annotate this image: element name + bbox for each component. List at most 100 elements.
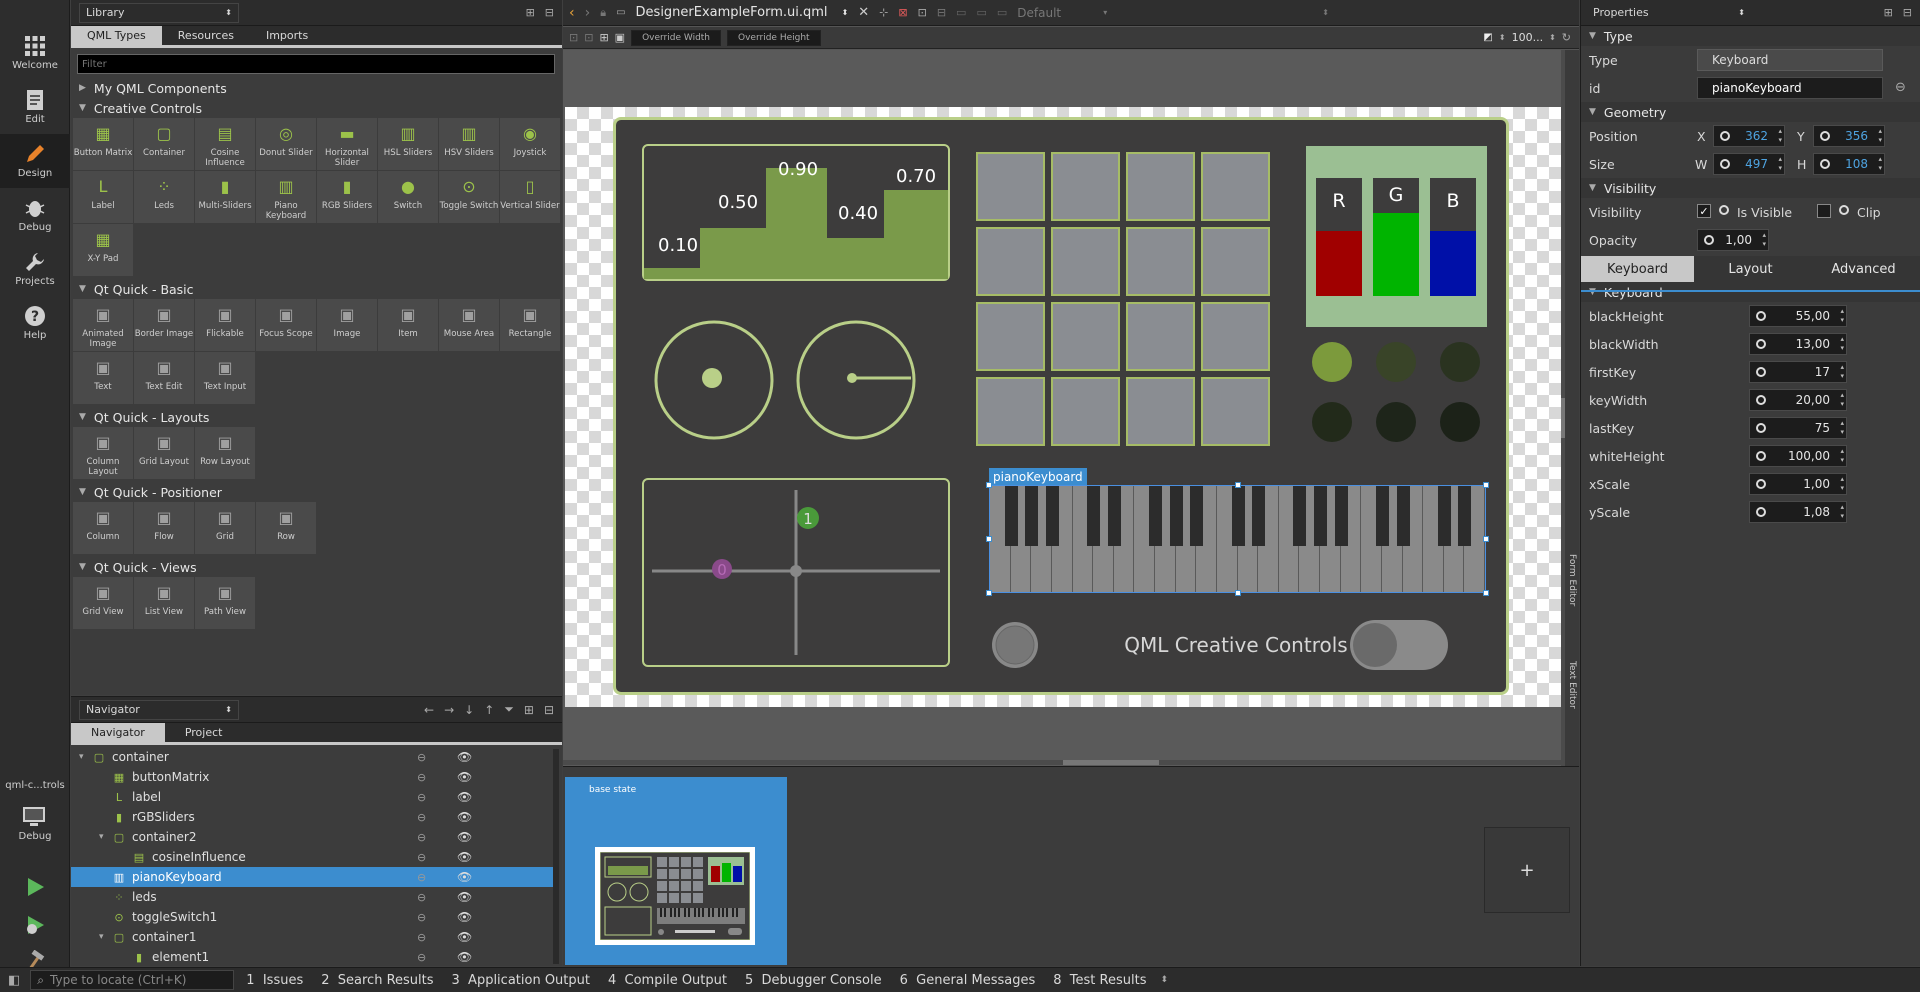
tree-row-cosineinfluence[interactable]: ▤ cosineInfluence ⊖ 👁︎ [71, 847, 553, 867]
add-state-button[interactable]: + [1484, 827, 1570, 913]
tab-qml-types[interactable]: QML Types [71, 26, 162, 45]
tab-layout[interactable]: Layout [1694, 256, 1807, 282]
output-pane-1-issues[interactable]: 1 Issues [246, 973, 303, 988]
arrow-left-icon[interactable]: ← [424, 703, 434, 717]
type-field[interactable]: Keyboard [1697, 49, 1883, 71]
prop-spinbox[interactable]: 17 ▴ ▾ [1749, 361, 1847, 383]
lock-toggle-icon[interactable]: ⊖ [417, 891, 426, 904]
override-width-field[interactable]: Override Width [631, 29, 722, 46]
navigator-scrollbar[interactable] [553, 749, 559, 964]
tree-row-toggleswitch1[interactable]: ⊙ toggleSwitch1 ⊖ 👁︎ [71, 907, 553, 927]
reset-view-icon[interactable]: ⊠ [898, 6, 907, 19]
clip-checkbox[interactable] [1817, 204, 1831, 218]
matrix-pad[interactable] [1201, 302, 1270, 371]
library-item-x-y-pad[interactable]: ▦ X-Y Pad [73, 224, 133, 276]
library-item-piano-keyboard[interactable]: ▥ Piano Keyboard [256, 171, 316, 223]
zoom-level[interactable]: 100... [1512, 31, 1544, 44]
black-key[interactable] [1458, 486, 1472, 546]
tab-navigator[interactable]: Navigator [71, 723, 165, 742]
library-item-joystick[interactable]: ◉ Joystick [500, 118, 560, 170]
library-item-text[interactable]: ▣ Text [73, 352, 133, 404]
xy-pad-widget[interactable]: 1 0 [642, 478, 950, 667]
visibility-eye-icon[interactable]: 👁︎ [457, 870, 472, 884]
section-type[interactable]: ▼ Type [1581, 26, 1920, 46]
spin-arrows-icon[interactable]: ▴ ▾ [1840, 475, 1844, 493]
lock-toggle-icon[interactable]: ⊖ [417, 931, 426, 944]
black-key[interactable] [1149, 486, 1162, 546]
section-qt-quick-layouts[interactable]: ▼ Qt Quick - Layouts [71, 407, 562, 427]
lock-toggle-icon[interactable]: ⊖ [417, 831, 426, 844]
tree-row-container1[interactable]: ▾ ▢ container1 ⊖ 👁︎ [71, 927, 553, 947]
anchor-icon[interactable]: ⊡ [918, 6, 927, 19]
close-pane-icon[interactable]: ⊟ [1903, 6, 1912, 19]
library-item-switch[interactable]: ● Switch [378, 171, 438, 223]
mode-design[interactable]: Design [0, 134, 70, 188]
spin-arrows-icon[interactable]: ▴ ▾ [1840, 503, 1844, 521]
locator-field[interactable]: ⌕ Type to locate (Ctrl+K) [30, 970, 235, 990]
library-item-hsv-sliders[interactable]: ▥ HSV Sliders [439, 118, 499, 170]
resize-handle[interactable] [986, 482, 992, 488]
multi-sliders-widget[interactable]: 0.10 0.50 0.90 0.40 0.70 [642, 144, 950, 281]
library-item-animated-image[interactable]: ▣ Animated Image [73, 299, 133, 351]
matrix-pad[interactable] [976, 227, 1045, 296]
visibility-eye-icon[interactable]: 👁︎ [457, 790, 472, 804]
library-item-mouse-area[interactable]: ▣ Mouse Area [439, 299, 499, 351]
is-visible-checkbox[interactable]: ✓ [1697, 204, 1711, 218]
blue-slider-track[interactable]: B [1430, 178, 1476, 296]
red-slider-track[interactable]: R [1316, 178, 1362, 296]
arrow-down-icon[interactable]: ↓ [464, 703, 474, 717]
visibility-eye-icon[interactable]: 👁︎ [457, 810, 472, 824]
library-item-rectangle[interactable]: ▣ Rectangle [500, 299, 560, 351]
background-color-icon[interactable]: ◩ [1483, 32, 1492, 43]
section-visibility[interactable]: ▼ Visibility [1581, 178, 1920, 198]
button-matrix-widget[interactable] [976, 152, 1276, 452]
library-filter-input[interactable] [77, 54, 555, 74]
arrow-right-icon[interactable]: → [444, 703, 454, 717]
library-item-multi-sliders[interactable]: ▮ Multi-Sliders [195, 171, 255, 223]
matrix-pad[interactable] [1051, 227, 1120, 296]
prop-spinbox[interactable]: 75 ▴ ▾ [1749, 417, 1847, 439]
black-key[interactable] [1252, 486, 1266, 546]
library-item-horizontal-slider[interactable]: ▬ Horizontal Slider [317, 118, 377, 170]
prop-spinbox[interactable]: 13,00 ▴ ▾ [1749, 333, 1847, 355]
tree-row-pianokeyboard[interactable]: ▥ pianoKeyboard ⊖ 👁︎ [71, 867, 553, 887]
layout-icon[interactable]: ⊟ [937, 6, 946, 19]
library-item-focus-scope[interactable]: ▣ Focus Scope [256, 299, 316, 351]
prop-spinbox[interactable]: 100,00 ▴ ▾ [1749, 445, 1847, 467]
rgb-sliders-widget[interactable]: R G B [1306, 146, 1487, 327]
library-item-grid-view[interactable]: ▣ Grid View [73, 577, 133, 629]
library-item-column[interactable]: ▣ Column [73, 502, 133, 554]
horizontal-scrollbar[interactable] [563, 760, 1561, 765]
binding-indicator-icon[interactable] [1839, 205, 1849, 215]
prop-spinbox[interactable]: 1,00 ▴ ▾ [1749, 473, 1847, 495]
black-key[interactable] [1107, 486, 1121, 546]
mode-projects[interactable]: Projects [0, 242, 70, 296]
collapse-icon[interactable]: ▾ [99, 832, 111, 842]
library-item-grid-layout[interactable]: ▣ Grid Layout [134, 427, 194, 479]
prop-spinbox[interactable]: 1,08 ▴ ▾ [1749, 501, 1847, 523]
refresh-icon[interactable]: ↻ [1562, 31, 1571, 44]
opacity-spinbox[interactable]: 1,00 ▴ ▾ [1697, 229, 1769, 251]
tree-row-element1[interactable]: ▮ element1 ⊖ 👁︎ [71, 947, 553, 967]
tab-advanced[interactable]: Advanced [1807, 256, 1920, 282]
mode-debug[interactable]: Debug [0, 188, 70, 242]
black-key[interactable] [1045, 486, 1059, 546]
tab-resources[interactable]: Resources [162, 26, 250, 45]
binding-indicator-icon[interactable] [1719, 205, 1729, 215]
library-item-flickable[interactable]: ▣ Flickable [195, 299, 255, 351]
donut-slider-widget[interactable] [652, 318, 776, 442]
library-item-hsl-sliders[interactable]: ▥ HSL Sliders [378, 118, 438, 170]
matrix-pad[interactable] [1126, 302, 1195, 371]
visibility-eye-icon[interactable]: 👁︎ [457, 930, 472, 944]
y-spinbox[interactable]: 356 ▴ ▾ [1813, 125, 1885, 147]
library-item-column-layout[interactable]: ▣ Column Layout [73, 427, 133, 479]
qml-panel[interactable]: 0.10 0.50 0.90 0.40 0.70 R G B 1 0 piano… [613, 117, 1509, 695]
visibility-eye-icon[interactable]: 👁︎ [457, 850, 472, 864]
visibility-eye-icon[interactable]: 👁︎ [457, 750, 472, 764]
lock-toggle-icon[interactable]: ⊖ [417, 811, 426, 824]
library-item-donut-slider[interactable]: ◎ Donut Slider [256, 118, 316, 170]
prop-spinbox[interactable]: 55,00 ▴ ▾ [1749, 305, 1847, 327]
cosine-influence-widget[interactable] [794, 318, 918, 442]
mode-welcome[interactable]: Welcome [0, 26, 70, 80]
lock-toggle-icon[interactable]: ⊖ [417, 791, 426, 804]
